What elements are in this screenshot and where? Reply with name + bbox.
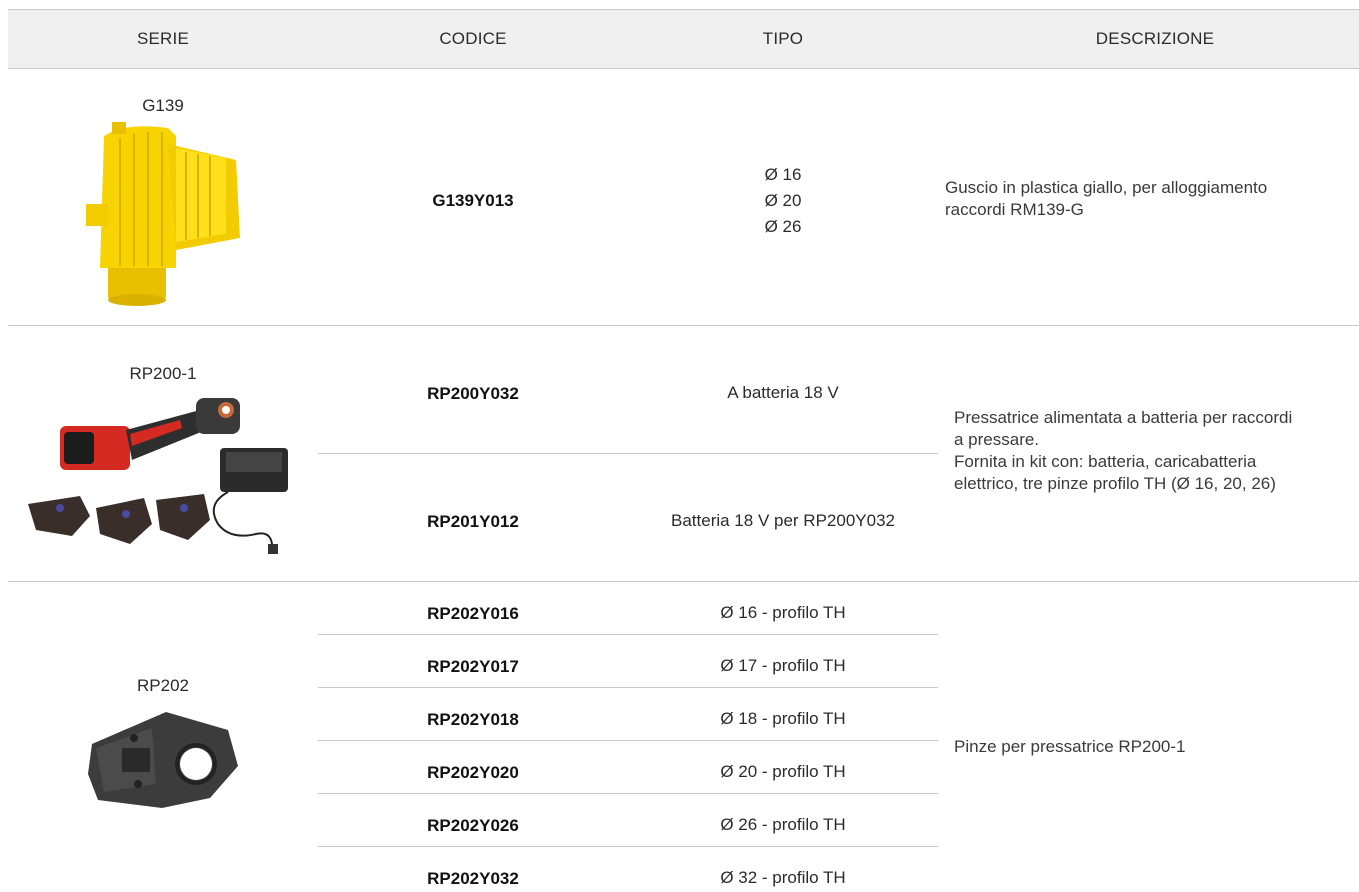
header-serie: SERIE — [136, 29, 190, 48]
code-rp202y018: RP202Y018 — [427, 710, 519, 729]
code-rp202y017: RP202Y017 — [427, 657, 519, 676]
description-line: Pressatrice alimentata a batteria per ra… — [954, 408, 1293, 427]
description-rp200-1: Pressatrice alimentata a batteria per ra… — [954, 407, 1354, 495]
tipo-rp202y018: Ø 18 - profilo TH — [720, 709, 846, 728]
description-line: a pressare. — [954, 430, 1040, 449]
row-divider — [8, 581, 1359, 582]
tipo-rp202y020: Ø 20 - profilo TH — [720, 762, 846, 781]
tipo-rp202y016: Ø 16 - profilo TH — [720, 603, 846, 622]
serie-label-rp202: RP202 — [137, 676, 189, 695]
description-g139: Guscio in plastica giallo, per alloggiam… — [945, 177, 1355, 221]
yellow-shell-image — [86, 122, 240, 306]
serie-label-rp200-1: RP200-1 — [129, 364, 197, 383]
code-rp202y020: RP202Y020 — [427, 763, 519, 782]
code-g139y013: G139Y013 — [432, 191, 514, 210]
header-descrizione: DESCRIZIONE — [1095, 29, 1215, 48]
tipo-g139-2: Ø 20 — [764, 191, 802, 210]
sub-row-divider — [318, 453, 938, 454]
description-line: Guscio in plastica giallo, per alloggiam… — [945, 178, 1268, 197]
header-codice: CODICE — [439, 29, 507, 48]
tipo-rp200y032: A batteria 18 V — [727, 383, 839, 402]
tipo-g139-1: Ø 16 — [764, 165, 802, 184]
header-tipo: TIPO — [762, 29, 804, 48]
sub-row-divider — [318, 740, 938, 741]
row-divider — [8, 325, 1359, 326]
tipo-rp202y032: Ø 32 - profilo TH — [720, 868, 846, 887]
tipo-rp202y017: Ø 17 - profilo TH — [720, 656, 846, 675]
tipo-g139-3: Ø 26 — [764, 217, 802, 236]
code-rp200y032: RP200Y032 — [427, 384, 519, 403]
sub-row-divider — [318, 793, 938, 794]
code-rp202y016: RP202Y016 — [427, 604, 519, 623]
header-bottom-border — [8, 68, 1359, 69]
description-line: elettrico, tre pinze profilo TH (Ø 16, 2… — [954, 474, 1276, 493]
description-rp202: Pinze per pressatrice RP200-1 — [954, 737, 1186, 756]
tipo-rp202y026: Ø 26 - profilo TH — [720, 815, 846, 834]
sub-row-divider — [318, 846, 938, 847]
tipo-rp201y012: Batteria 18 V per RP200Y032 — [671, 511, 895, 530]
code-rp201y012: RP201Y012 — [427, 512, 519, 531]
description-line: Fornita in kit con: batteria, caricabatt… — [954, 452, 1257, 471]
code-rp202y026: RP202Y026 — [427, 816, 519, 835]
press-tool-kit-image — [28, 398, 288, 554]
sub-row-divider — [318, 634, 938, 635]
press-jaw-image — [88, 712, 238, 808]
code-rp202y032: RP202Y032 — [427, 869, 519, 888]
serie-label-g139: G139 — [142, 96, 184, 115]
description-line: raccordi RM139-G — [945, 200, 1084, 219]
sub-row-divider — [318, 687, 938, 688]
